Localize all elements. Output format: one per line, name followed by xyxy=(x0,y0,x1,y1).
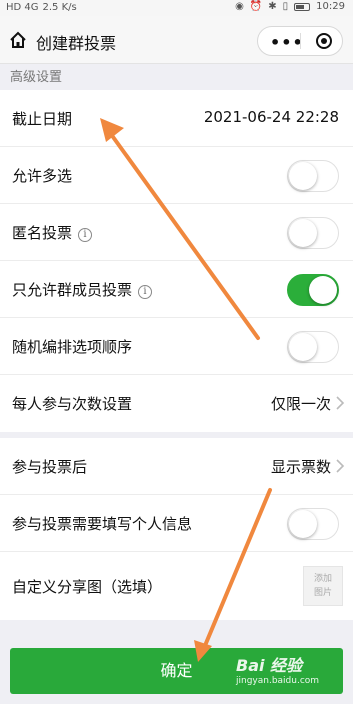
vote-options-group: 参与投票后 显示票数 参与投票需要填写个人信息 自定义分享图（选填） 添加 图片 xyxy=(0,438,353,620)
personal-info-label: 参与投票需要填写个人信息 xyxy=(12,515,193,533)
advanced-settings-group: 截止日期 2021-06-24 22:28 允许多选 匿名投票 i 只允许群成员投… xyxy=(0,90,353,432)
watermark-main: Bai 经验 xyxy=(236,656,303,675)
deadline-label: 截止日期 xyxy=(12,110,73,128)
network-indicator: HD 4G xyxy=(6,2,39,13)
home-icon[interactable] xyxy=(8,30,28,50)
status-time: 10:29 xyxy=(316,1,345,12)
after-vote-row[interactable]: 参与投票后 显示票数 xyxy=(0,438,353,495)
watermark-sub: jingyan.baidu.com xyxy=(236,676,320,686)
members-only-row: 只允许群成员投票 i xyxy=(0,261,353,318)
personal-info-toggle[interactable] xyxy=(287,508,339,540)
times-value: 仅限一次 xyxy=(270,395,331,413)
random-order-toggle[interactable] xyxy=(287,331,339,363)
eye-icon: ◉ xyxy=(235,1,244,12)
deadline-value[interactable]: 2021-06-24 22:28 xyxy=(204,108,339,126)
page-title: 创建群投票 xyxy=(36,34,117,53)
mini-program-close-icon[interactable] xyxy=(316,33,332,49)
capsule-menu: ••• xyxy=(257,26,343,56)
chevron-right-icon xyxy=(336,396,345,410)
personal-info-row: 参与投票需要填写个人信息 xyxy=(0,495,353,552)
anonymous-row: 匿名投票 i xyxy=(0,204,353,261)
more-dots-icon[interactable]: ••• xyxy=(270,33,304,52)
multi-select-row: 允许多选 xyxy=(0,147,353,204)
info-icon[interactable]: i xyxy=(78,228,93,242)
vibrate-icon: ▯ xyxy=(282,1,289,12)
multi-select-toggle[interactable] xyxy=(287,160,339,192)
times-row[interactable]: 每人参与次数设置 仅限一次 xyxy=(0,375,353,432)
chevron-right-icon xyxy=(336,459,345,473)
info-icon[interactable]: i xyxy=(138,285,153,299)
section-label-advanced: 高级设置 xyxy=(10,70,63,85)
share-image-label: 自定义分享图（选填） xyxy=(12,578,163,596)
anonymous-label: 匿名投票 i xyxy=(12,222,93,243)
capsule-divider xyxy=(300,33,301,49)
times-label: 每人参与次数设置 xyxy=(12,395,133,413)
random-order-label: 随机编排选项顺序 xyxy=(12,338,133,356)
alarm-icon: ⏰ xyxy=(249,1,263,12)
nav-header: 创建群投票 ••• xyxy=(0,16,353,64)
multi-select-label: 允许多选 xyxy=(12,167,73,185)
after-vote-value: 显示票数 xyxy=(270,458,331,476)
members-only-label: 只允许群成员投票 i xyxy=(12,279,153,300)
members-only-toggle[interactable] xyxy=(287,274,339,306)
after-vote-label: 参与投票后 xyxy=(12,458,88,476)
battery-icon xyxy=(294,2,311,11)
share-image-row: 自定义分享图（选填） 添加 图片 xyxy=(0,552,353,620)
add-image-button[interactable]: 添加 图片 xyxy=(303,566,343,606)
deadline-row[interactable]: 截止日期 2021-06-24 22:28 xyxy=(0,90,353,147)
random-order-row: 随机编排选项顺序 xyxy=(0,318,353,375)
status-bar: HD 4G 2.5 K/s ◉ ⏰ ✱ ▯ 10:29 xyxy=(0,0,353,16)
anonymous-toggle[interactable] xyxy=(287,217,339,249)
speed-indicator: 2.5 K/s xyxy=(42,2,77,13)
bluetooth-icon: ✱ xyxy=(268,1,277,12)
baidu-watermark: Bai 经验 jingyan.baidu.com xyxy=(236,652,319,686)
